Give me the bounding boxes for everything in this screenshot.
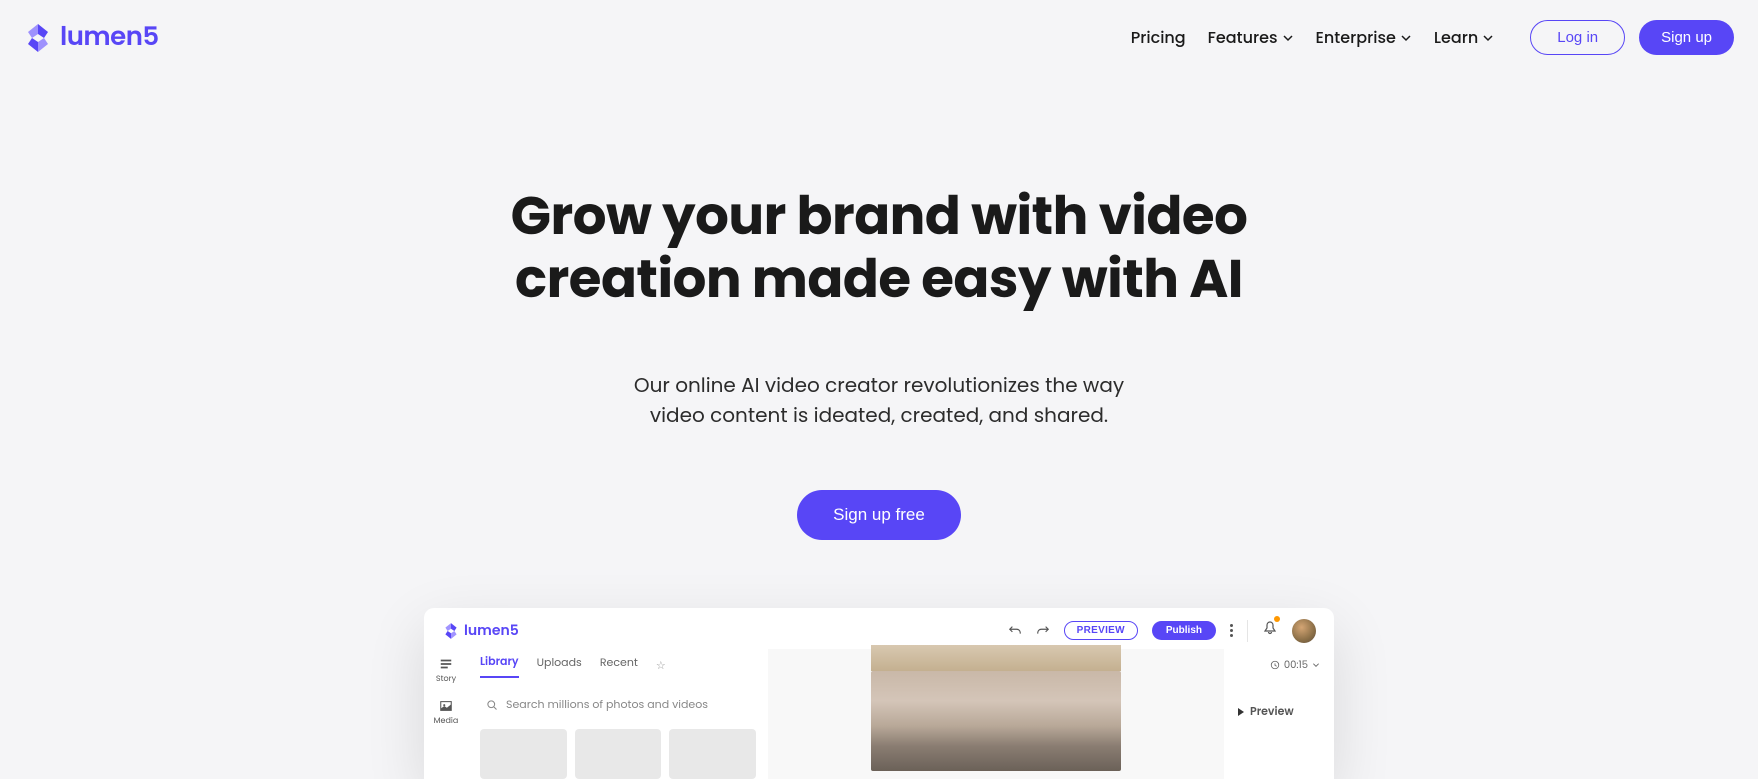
editor-side-rail: Story Media [424, 649, 468, 779]
brand-name: lumen5 [60, 18, 159, 57]
lumen5-logo-icon [22, 22, 54, 54]
notification-badge [1274, 616, 1280, 622]
chevron-down-icon [1482, 32, 1494, 44]
chevron-down-icon [1312, 661, 1320, 669]
editor-toolbar: lumen5 PREVIEW Publish [424, 608, 1334, 649]
redo-icon[interactable] [1036, 624, 1050, 638]
hero-subtext: Our online AI video creator revolutioniz… [0, 370, 1758, 430]
media-thumb[interactable] [575, 729, 662, 779]
tab-recent[interactable]: Recent [600, 654, 638, 677]
hero-headline: Grow your brand with video creation made… [0, 185, 1758, 310]
duration-display[interactable]: 00:15 [1238, 657, 1320, 673]
notifications-icon[interactable] [1262, 618, 1278, 643]
media-panel: Library Uploads Recent ☆ Search millions… [468, 649, 768, 779]
editor-preview: lumen5 PREVIEW Publish Story Media [424, 608, 1334, 779]
media-thumb[interactable] [480, 729, 567, 779]
tab-library[interactable]: Library [480, 653, 519, 678]
chevron-down-icon [1400, 32, 1412, 44]
editor-logo[interactable]: lumen5 [442, 620, 519, 641]
lumen5-logo-icon [442, 622, 460, 640]
play-icon [1238, 708, 1244, 716]
editor-publish-button[interactable]: Publish [1152, 621, 1216, 640]
media-tabs: Library Uploads Recent ☆ [480, 649, 756, 682]
canvas-slide[interactable] [871, 671, 1121, 771]
story-icon [439, 657, 453, 671]
favorites-icon[interactable]: ☆ [656, 657, 666, 674]
search-placeholder: Search millions of photos and videos [506, 696, 708, 713]
user-avatar[interactable] [1292, 619, 1316, 643]
signup-free-button[interactable]: Sign up free [797, 490, 961, 540]
editor-actions: PREVIEW Publish [1008, 618, 1316, 643]
nav-enterprise[interactable]: Enterprise [1316, 25, 1412, 50]
login-button[interactable]: Log in [1530, 20, 1625, 55]
search-icon [486, 699, 498, 711]
media-thumb[interactable] [669, 729, 756, 779]
editor-brand-name: lumen5 [464, 620, 519, 641]
signup-button[interactable]: Sign up [1639, 20, 1734, 55]
clock-icon [1270, 660, 1280, 670]
editor-right-panel: 00:15 Preview [1224, 649, 1334, 779]
nav-learn[interactable]: Learn [1434, 25, 1494, 50]
preview-row[interactable]: Preview [1238, 703, 1320, 720]
divider [1247, 620, 1248, 642]
main-nav: Pricing Features Enterprise Learn Log in… [1131, 20, 1734, 55]
editor-preview-button[interactable]: PREVIEW [1064, 621, 1138, 640]
site-header: lumen5 Pricing Features Enterprise Learn… [0, 0, 1758, 75]
slide-strip [871, 645, 1121, 671]
rail-story[interactable]: Story [436, 657, 456, 685]
rail-media[interactable]: Media [434, 699, 459, 727]
auth-buttons: Log in Sign up [1530, 20, 1734, 55]
more-menu-icon[interactable] [1230, 624, 1233, 637]
undo-icon[interactable] [1008, 624, 1022, 638]
media-thumbnails [480, 729, 756, 779]
brand-logo[interactable]: lumen5 [22, 18, 159, 57]
media-icon [439, 699, 453, 713]
tab-uploads[interactable]: Uploads [537, 654, 582, 677]
chevron-down-icon [1282, 32, 1294, 44]
editor-body: Story Media Library Uploads Recent ☆ Sea… [424, 649, 1334, 779]
nav-features[interactable]: Features [1208, 25, 1294, 50]
nav-pricing[interactable]: Pricing [1131, 25, 1186, 50]
hero-section: Grow your brand with video creation made… [0, 75, 1758, 540]
editor-canvas [768, 649, 1224, 779]
media-search[interactable]: Search millions of photos and videos [480, 692, 756, 717]
